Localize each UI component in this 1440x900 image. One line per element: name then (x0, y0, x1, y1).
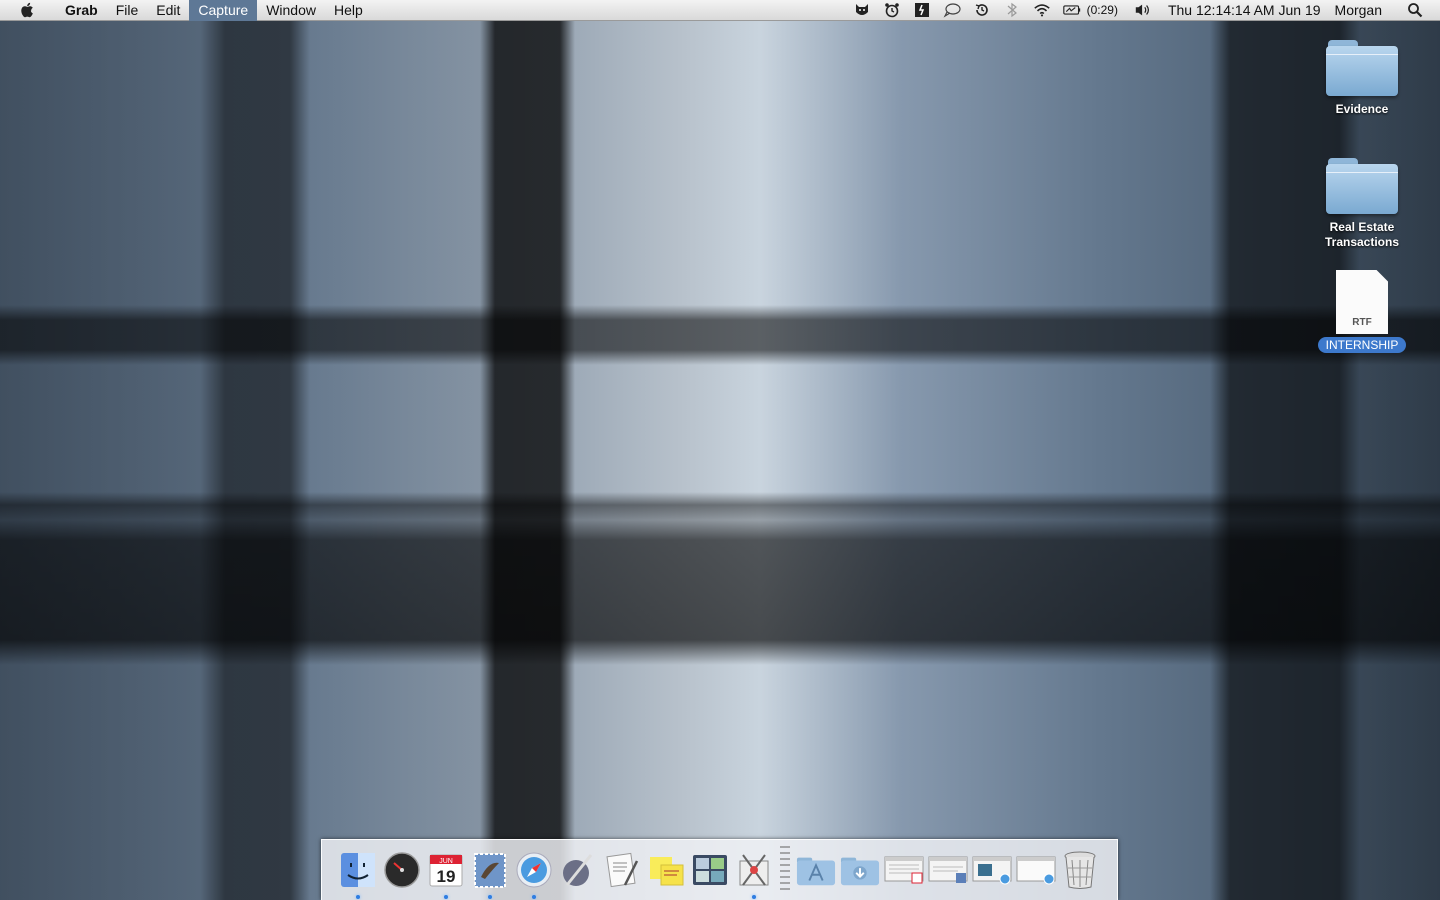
folder-icon (1326, 158, 1398, 216)
grab-icon[interactable] (734, 850, 774, 899)
finder-icon[interactable] (338, 850, 378, 899)
running-indicator (356, 895, 360, 899)
rtf-document-icon: RTF (1336, 270, 1388, 334)
calendar-month-text: JUN (439, 858, 453, 865)
minimized-window-safari-1-icon[interactable] (972, 850, 1012, 890)
menu-window[interactable]: Window (257, 0, 325, 21)
menu-help[interactable]: Help (325, 0, 372, 21)
mail-icon[interactable] (470, 850, 510, 899)
dock: JUN 19 (321, 839, 1118, 900)
file-extension-label: RTF (1352, 317, 1372, 328)
expose-spaces-icon[interactable] (690, 850, 730, 890)
stickies-icon[interactable] (646, 850, 686, 890)
menu-clock[interactable]: Thu 12:14:14 AM Jun 19 (1168, 2, 1321, 18)
menu-file[interactable]: File (107, 0, 148, 21)
textedit-icon[interactable] (602, 850, 642, 890)
safari-icon[interactable] (514, 850, 554, 899)
calendar-day-text: 19 (437, 867, 456, 886)
desktop-folder-evidence[interactable]: Evidence (1307, 40, 1417, 117)
spotlight-search-icon[interactable] (1406, 2, 1424, 18)
trash-icon[interactable] (1060, 850, 1100, 890)
wifi-icon[interactable] (1033, 2, 1051, 18)
minimized-window-safari-2-icon[interactable] (1016, 850, 1056, 890)
running-indicator (444, 895, 448, 899)
minimized-window-ical-icon[interactable] (884, 850, 924, 890)
dock-separator (780, 846, 790, 894)
chat-bubble-icon[interactable] (943, 2, 961, 18)
time-machine-icon[interactable] (973, 2, 991, 18)
downloads-stack-icon[interactable] (840, 850, 880, 890)
applications-stack-icon[interactable] (796, 850, 836, 890)
bluetooth-icon[interactable] (1003, 2, 1021, 18)
menu-grab[interactable]: Grab (56, 0, 107, 21)
menu-bar: Grab File Edit Capture Window Help (0:29… (0, 0, 1440, 21)
fast-user-switch[interactable]: Morgan (1335, 2, 1382, 18)
running-indicator (532, 895, 536, 899)
folder-icon (1326, 40, 1398, 98)
menu-extras: (0:29) Thu 12:14:14 AM Jun 19 Morgan (847, 0, 1440, 21)
desktop-wallpaper (0, 0, 1440, 900)
menu-capture[interactable]: Capture (189, 0, 258, 21)
timer-icon[interactable] (913, 2, 931, 18)
desktop-icon-label-text: INTERNSHIP (1317, 337, 1407, 353)
desktop-folder-real-estate[interactable]: Real Estate Transactions (1307, 158, 1417, 250)
volume-icon[interactable] (1134, 2, 1152, 18)
apple-icon[interactable] (0, 1, 56, 19)
desktop-icon-label-selected: INTERNSHIP (1307, 337, 1417, 353)
ical-icon[interactable]: JUN 19 (426, 850, 466, 899)
minimized-window-preview-icon[interactable] (928, 850, 968, 890)
alarm-clock-icon[interactable] (883, 2, 901, 18)
dashboard-icon[interactable] (382, 850, 422, 890)
script-editor-icon[interactable] (558, 850, 598, 890)
battery-time: (0:29) (1086, 3, 1118, 17)
running-indicator (752, 895, 756, 899)
menu-edit[interactable]: Edit (147, 0, 189, 21)
desktop-icon-label: Evidence (1335, 102, 1389, 116)
desktop-icon-label: Real Estate Transactions (1324, 220, 1400, 249)
battery-icon[interactable] (1062, 2, 1081, 18)
running-indicator (488, 895, 492, 899)
desktop-file-internship[interactable]: RTF INTERNSHIP (1307, 270, 1417, 353)
growl-icon[interactable] (853, 2, 871, 18)
